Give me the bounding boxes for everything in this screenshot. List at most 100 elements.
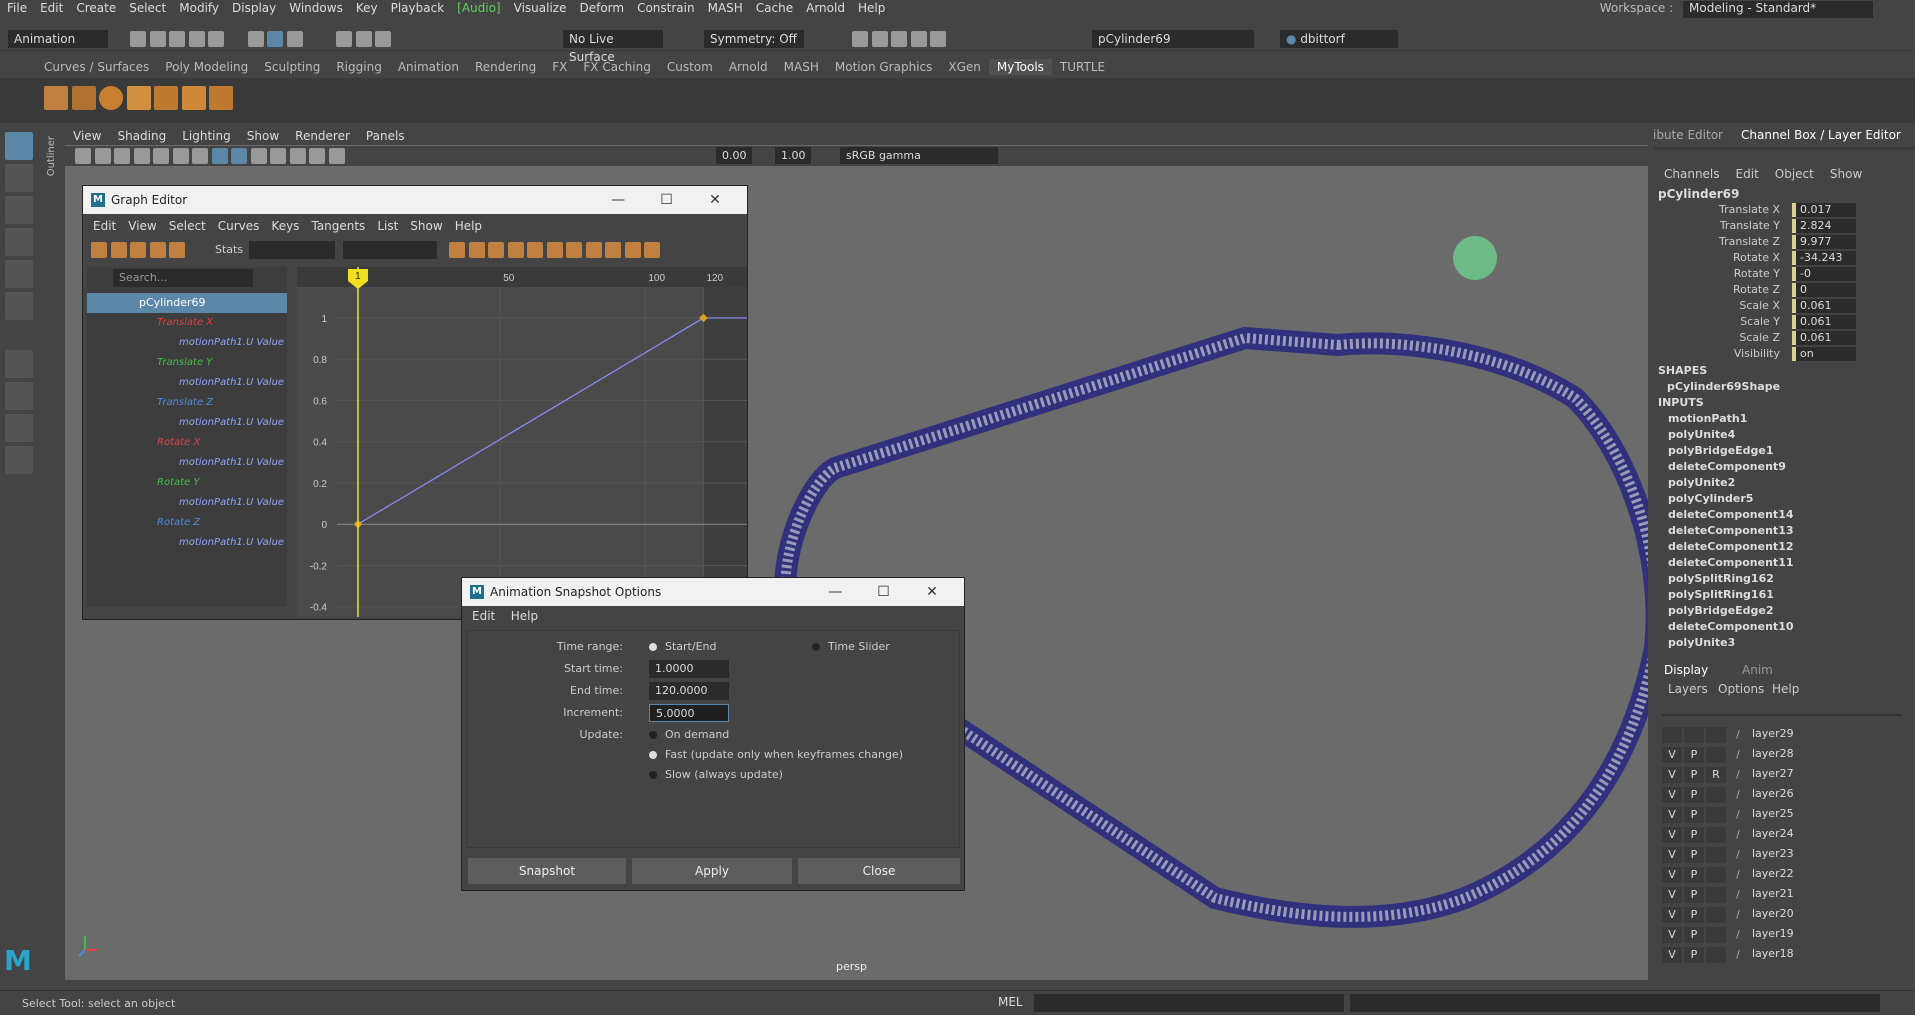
shelf-tab-turtle[interactable]: TURTLE (1052, 59, 1113, 75)
shelf-tab-sculpting[interactable]: Sculpting (256, 59, 328, 75)
layer-visibility-toggle[interactable]: V (1662, 787, 1682, 803)
render-frame-icon[interactable] (852, 31, 868, 47)
menu-edit[interactable]: Edit (33, 0, 69, 15)
workspace-selector[interactable]: Workspace : Modeling - Standard* (1600, 1, 1873, 18)
layer-row[interactable]: V P / layer18 (1662, 945, 1902, 965)
viewport-menu-show[interactable]: Show (239, 128, 287, 144)
layer-playback-toggle[interactable]: P (1684, 887, 1704, 903)
input-node[interactable]: deleteComponent11 (1660, 556, 1900, 572)
resolution-gate-icon[interactable] (172, 148, 189, 164)
shelf-layers-icon[interactable] (126, 86, 151, 110)
layer-playback-toggle[interactable]: P (1684, 907, 1704, 923)
layer-visibility-toggle[interactable]: V (1662, 847, 1682, 863)
bookmark-icon[interactable] (94, 148, 111, 164)
channel-attr-row[interactable]: Rotate Y -0 (1660, 267, 1900, 283)
region-tool-icon[interactable] (149, 242, 166, 258)
help-menu[interactable]: Help (1772, 682, 1799, 696)
channel-attr-value[interactable]: 0 (1792, 283, 1856, 297)
menu-display[interactable]: Display (225, 0, 282, 15)
paint-select-tool-icon[interactable] (5, 196, 33, 224)
gamma-field[interactable]: 1.00 (775, 147, 811, 164)
wireframe-on-shaded-icon[interactable] (231, 148, 247, 164)
layer-color-swatch[interactable]: / (1728, 827, 1748, 843)
menu-visualize[interactable]: Visualize (507, 0, 573, 15)
spline-tangent-icon[interactable] (527, 242, 543, 258)
camera-attr-icon[interactable] (75, 148, 91, 164)
channel-attr-value[interactable]: 0.061 (1792, 331, 1856, 345)
ge-channel-row[interactable]: Rotate Y (87, 473, 287, 493)
new-scene-icon[interactable] (130, 31, 146, 47)
layer-row[interactable]: V P / layer23 (1662, 845, 1902, 865)
snap-grid-icon[interactable] (336, 31, 352, 47)
select-component-icon[interactable] (286, 31, 303, 47)
input-node[interactable]: motionPath1 (1660, 412, 1900, 428)
layer-playback-toggle[interactable]: P (1684, 927, 1704, 943)
menu-mash[interactable]: MASH (701, 0, 749, 15)
workspace-dropdown[interactable]: Modeling - Standard* (1683, 1, 1873, 18)
channel-attr-value[interactable]: 9.977 (1792, 235, 1856, 249)
layer-visibility-toggle[interactable]: V (1662, 947, 1682, 963)
shelf-tab-fx[interactable]: FX (544, 59, 575, 75)
layer-color-swatch[interactable]: / (1728, 787, 1748, 803)
shelf-tab-arnold[interactable]: Arnold (721, 59, 776, 75)
menu-create[interactable]: Create (69, 0, 122, 15)
ge-object-row[interactable]: pCylinder69 (87, 293, 287, 313)
shelf-tab-xgen[interactable]: XGen (940, 59, 989, 75)
shelf-tab-rendering[interactable]: Rendering (467, 59, 544, 75)
ge-menu-edit[interactable]: Edit (87, 214, 122, 238)
image-plane-icon[interactable] (114, 148, 130, 164)
graph-editor-titlebar[interactable]: M Graph Editor — ☐ ✕ (83, 186, 747, 214)
layer-display-type-toggle[interactable] (1706, 827, 1726, 843)
xray-icon[interactable] (328, 148, 345, 164)
shelf-tab-animation[interactable]: Animation (390, 59, 467, 75)
menu-select[interactable]: Select (122, 0, 172, 15)
layer-display-type-toggle[interactable] (1706, 927, 1726, 943)
flat-tangent-icon[interactable] (585, 242, 602, 258)
layer-visibility-toggle[interactable]: V (1662, 827, 1682, 843)
smooth-shade-icon[interactable] (211, 148, 228, 164)
ge-channel-subrow[interactable]: motionPath1.U Value (87, 413, 287, 433)
textures-icon[interactable] (250, 148, 267, 164)
ge-menu-tangents[interactable]: Tangents (305, 214, 371, 238)
maximize-icon[interactable]: ☐ (645, 186, 689, 214)
menu-deform[interactable]: Deform (572, 0, 630, 15)
ge-channel-row[interactable]: Rotate Z (87, 513, 287, 533)
layer-color-swatch[interactable]: / (1728, 867, 1748, 883)
layer-display-type-toggle[interactable] (1706, 887, 1726, 903)
channel-box-tab[interactable]: Channel Box / Layer Editor (1741, 128, 1901, 142)
apply-button[interactable]: Apply (632, 858, 792, 884)
layer-display-type-toggle[interactable]: R (1706, 767, 1726, 783)
shelf-tab-motion-graphics[interactable]: Motion Graphics (827, 59, 941, 75)
rotate-tool-icon[interactable] (5, 260, 33, 288)
object-name-field[interactable]: pCylinder69 (1092, 30, 1254, 48)
layer-display-type-toggle[interactable] (1706, 807, 1726, 823)
layer-playback-toggle[interactable]: P (1684, 947, 1704, 963)
channel-attr-value[interactable]: on (1792, 347, 1856, 361)
shelf-tab-mytools[interactable]: MyTools (988, 59, 1052, 75)
menu-help[interactable]: Help (851, 0, 891, 15)
live-surface-field[interactable]: No Live Surface (563, 30, 663, 64)
shelf-tab-mash[interactable]: MASH (776, 59, 827, 75)
layers-menu[interactable]: Layers (1668, 682, 1708, 696)
time-range-time-slider-radio[interactable]: Time Slider (812, 640, 890, 653)
channel-attr-row[interactable]: Scale Z 0.061 (1660, 331, 1900, 347)
layer-visibility-toggle[interactable]: V (1662, 867, 1682, 883)
input-node[interactable]: polyUnite3 (1660, 636, 1900, 648)
layer-visibility-toggle[interactable]: V (1662, 927, 1682, 943)
channel-attr-value[interactable]: -34.243 (1792, 251, 1856, 265)
dope-sheet-icon[interactable] (644, 242, 660, 258)
layer-visibility-toggle[interactable]: V (1662, 767, 1682, 783)
layer-color-swatch[interactable]: / (1728, 807, 1748, 823)
ge-channel-subrow[interactable]: motionPath1.U Value (87, 333, 287, 353)
outliner-side-tab[interactable]: Outliner (46, 136, 57, 176)
menu-constrain[interactable]: Constrain (630, 0, 701, 15)
ge-menu-help[interactable]: Help (449, 214, 488, 238)
input-node[interactable]: polyCylinder5 (1660, 492, 1900, 508)
menu-audio[interactable]: [Audio] (450, 0, 506, 15)
attribute-editor-tab[interactable]: ibute Editor (1653, 128, 1723, 142)
input-node[interactable]: polyBridgeEdge2 (1660, 604, 1900, 620)
viewport-menu-lighting[interactable]: Lighting (174, 128, 239, 144)
shelf-matrix-icon[interactable] (209, 86, 233, 110)
layer-playback-toggle[interactable]: P (1684, 747, 1704, 763)
layer-color-swatch[interactable]: / (1728, 767, 1748, 783)
